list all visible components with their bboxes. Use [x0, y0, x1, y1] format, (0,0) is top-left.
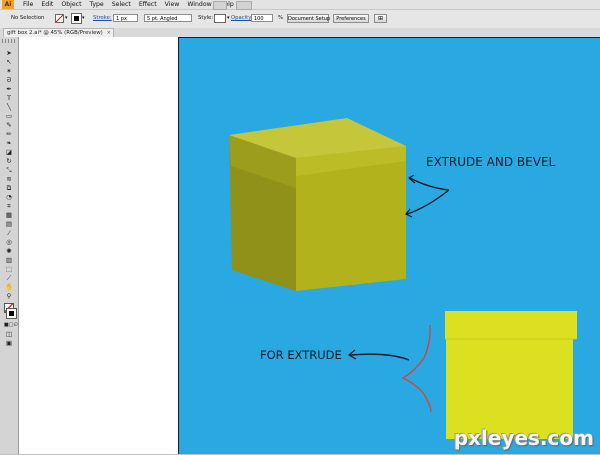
control-panel: No Selection ▾ ▾ Stroke: 1 px 5 pt. Angl…	[0, 10, 600, 29]
menu-object[interactable]: Object	[61, 0, 81, 9]
document-setup-button[interactable]: Document Setup	[287, 14, 330, 23]
opacity-field[interactable]: 100	[251, 14, 273, 22]
graphic-style-swatch[interactable]	[214, 14, 226, 23]
stroke-weight-value: 1 px	[116, 16, 127, 22]
type-tool-icon[interactable]: T	[4, 94, 14, 102]
arrange-documents-icon[interactable]	[236, 1, 252, 10]
document-tab-title: gift box 2.ai* @ 45% (RGB/Preview)	[7, 30, 103, 36]
artboard-tool-icon[interactable]: ⬚	[4, 265, 14, 273]
shape-builder-tool-icon[interactable]: ◔	[4, 193, 14, 201]
watermark-logo: pxleyes.com	[453, 426, 594, 450]
extrude-and-bevel-label: EXTRUDE AND BEVEL	[426, 155, 556, 169]
panel-grip-icon[interactable]	[2, 39, 16, 43]
illustrator-app-icon[interactable]: Ai	[2, 0, 14, 9]
stroke-label[interactable]: Stroke:	[93, 15, 112, 21]
style-label: Style:	[198, 15, 214, 21]
stroke-weight-field[interactable]: 1 px	[113, 14, 138, 22]
flat-box-body[interactable]	[446, 338, 573, 439]
opacity-value: 100	[254, 16, 264, 22]
drawing-mode-icon[interactable]: ◫	[4, 330, 14, 338]
flat-box-lid[interactable]	[445, 311, 577, 339]
preferences-button[interactable]: Preferences	[333, 14, 369, 23]
rectangle-tool-icon[interactable]: ▭	[4, 112, 14, 120]
menu-file[interactable]: File	[23, 0, 33, 9]
opacity-label[interactable]: Opacity:	[231, 15, 253, 21]
fill-dropdown-arrow-icon[interactable]: ▾	[65, 15, 68, 21]
for-extrude-label: FOR EXTRUDE	[260, 348, 342, 362]
scale-tool-icon[interactable]: ⤡	[4, 166, 14, 174]
menu-bar: Ai File Edit Object Type Select Effect V…	[0, 0, 600, 10]
stroke-color-icon[interactable]	[6, 308, 17, 319]
style-dropdown-arrow-icon[interactable]: ▾	[227, 15, 230, 21]
extrude-bevel-arrow-lower	[406, 189, 450, 215]
zoom-tool-icon[interactable]: ⚲	[4, 292, 14, 300]
symbol-sprayer-tool-icon[interactable]: ✺	[4, 247, 14, 255]
menu-items: File Edit Object Type Select Effect View…	[23, 0, 242, 9]
magic-wand-tool-icon[interactable]: ✶	[4, 67, 14, 75]
color-mode-icon[interactable]: ■□∅	[4, 321, 18, 329]
line-segment-tool-icon[interactable]: ╲	[4, 103, 14, 111]
width-tool-icon[interactable]: ≋	[4, 175, 14, 183]
red-extrude-path[interactable]	[401, 324, 432, 413]
blend-tool-icon[interactable]: ◎	[4, 238, 14, 246]
eraser-tool-icon[interactable]: ◪	[4, 148, 14, 156]
fill-swatch[interactable]	[55, 14, 64, 23]
menu-type[interactable]: Type	[90, 0, 104, 9]
eyedropper-tool-icon[interactable]: ⁄	[4, 229, 14, 237]
menu-window[interactable]: Window	[187, 0, 211, 9]
slice-tool-icon[interactable]: ⟋	[4, 274, 14, 282]
brush-profile-value: 5 pt. Angled	[147, 16, 178, 22]
selection-status: No Selection	[11, 15, 45, 21]
mesh-tool-icon[interactable]: ▦	[4, 211, 14, 219]
menu-effect[interactable]: Effect	[139, 0, 157, 9]
rotate-tool-icon[interactable]: ↻	[4, 157, 14, 165]
artboard[interactable]: EXTRUDE AND BEVEL FOR EXTRUDE	[178, 37, 600, 454]
lasso-tool-icon[interactable]: ᘐ	[4, 76, 14, 84]
hand-tool-icon[interactable]: ✋	[4, 283, 14, 291]
tools-panel: ➤ ↖ ✶ ᘐ ✒ T ╲ ▭ ✎ ✏ ❧ ◪ ↻ ⤡ ≋ ⧉ ◔ ⌗ ▦ ▤ …	[0, 37, 19, 454]
menu-select[interactable]: Select	[112, 0, 131, 9]
pencil-tool-icon[interactable]: ✏	[4, 130, 14, 138]
document-tab-bar: gift box 2.ai* @ 45% (RGB/Preview) ×	[0, 28, 600, 38]
stroke-swatch[interactable]	[71, 13, 82, 24]
for-extrude-arrow	[349, 353, 410, 361]
blob-brush-tool-icon[interactable]: ❧	[4, 139, 14, 147]
screen-mode-icon[interactable]: ▣	[4, 339, 14, 347]
stroke-dropdown-arrow-icon[interactable]: ▾	[82, 15, 85, 21]
menu-view[interactable]: View	[165, 0, 180, 9]
extrude-bevel-arrow-upper	[409, 177, 450, 191]
free-transform-tool-icon[interactable]: ⧉	[4, 184, 14, 192]
menu-edit[interactable]: Edit	[41, 0, 53, 9]
gradient-tool-icon[interactable]: ▤	[4, 220, 14, 228]
opacity-unit: %	[278, 15, 284, 21]
column-graph-tool-icon[interactable]: ▥	[4, 256, 14, 264]
pen-tool-icon[interactable]: ✒	[4, 85, 14, 93]
perspective-grid-tool-icon[interactable]: ⌗	[4, 202, 14, 210]
direct-selection-tool-icon[interactable]: ↖	[4, 58, 14, 66]
bridge-icon[interactable]	[213, 1, 227, 10]
artwork-canvas	[229, 118, 577, 439]
align-options-icon[interactable]: ⊞	[374, 14, 387, 23]
paintbrush-tool-icon[interactable]: ✎	[4, 121, 14, 129]
brush-profile-select[interactable]: 5 pt. Angled	[144, 14, 192, 22]
selection-tool-icon[interactable]: ➤	[4, 49, 14, 57]
